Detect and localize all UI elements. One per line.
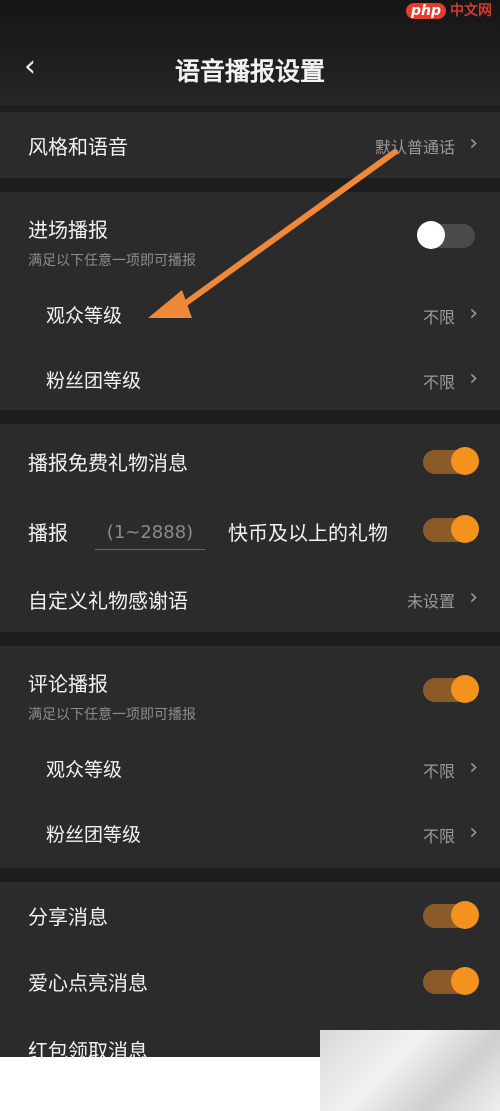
share-message-row: 分享消息 <box>0 890 500 940</box>
heart-message-toggle[interactable] <box>423 967 479 995</box>
page-title: 语音播报设置 <box>174 57 325 86</box>
comment-fan-level-row[interactable]: 粉丝团等级 不限 › <box>0 806 500 861</box>
comment-broadcast-hint: 满足以下任意一项即可播报 <box>28 707 196 723</box>
fan-level-value: 不限 <box>422 827 455 846</box>
free-gift-label: 播报免费礼物消息 <box>28 451 188 475</box>
blurred-image <box>320 1030 500 1111</box>
style-language-value: 默认普通话 <box>374 138 455 157</box>
chevron-right-icon: › <box>469 366 478 391</box>
toggle-knob <box>451 515 479 543</box>
entry-broadcast-toggle[interactable] <box>417 221 475 249</box>
watermark-logo: php <box>405 3 446 19</box>
fan-level-value: 不限 <box>422 373 455 392</box>
chevron-right-icon: › <box>469 131 478 156</box>
toggle-knob <box>451 447 479 475</box>
site-watermark: php 中文网 <box>405 0 492 22</box>
gift-thanks-value: 未设置 <box>406 592 455 611</box>
entry-section: 进场播报 满足以下任意一项即可播报 观众等级 不限 › 粉丝团等级 不限 › <box>0 192 500 410</box>
entry-audience-level-row[interactable]: 观众等级 不限 › <box>0 287 500 342</box>
comment-section: 评论播报 满足以下任意一项即可播报 观众等级 不限 › 粉丝团等级 不限 › <box>0 646 500 868</box>
toggle-knob <box>417 221 445 249</box>
audience-level-value: 不限 <box>422 308 455 327</box>
entry-fan-level-row[interactable]: 粉丝团等级 不限 › <box>0 352 500 407</box>
gift-amount-suffix: 快币及以上的礼物 <box>228 521 388 545</box>
style-language-label: 风格和语音 <box>28 135 128 159</box>
toggle-knob <box>451 901 479 929</box>
gift-amount-toggle[interactable] <box>423 515 479 543</box>
audience-level-label: 观众等级 <box>46 759 123 781</box>
free-gift-toggle[interactable] <box>423 447 479 475</box>
free-gift-row: 播报免费礼物消息 <box>0 436 500 486</box>
gift-amount-input[interactable] <box>95 515 205 550</box>
fan-level-label: 粉丝团等级 <box>46 370 142 392</box>
comment-broadcast-toggle[interactable] <box>423 675 479 703</box>
chevron-right-icon: › <box>469 820 478 845</box>
heart-message-row: 爱心点亮消息 <box>0 956 500 1006</box>
comment-broadcast-label: 评论播报 <box>28 672 108 696</box>
entry-broadcast-label: 进场播报 <box>28 218 108 242</box>
chevron-right-icon: › <box>469 585 478 610</box>
gift-thanks-label: 自定义礼物感谢语 <box>28 589 188 613</box>
audience-level-label: 观众等级 <box>46 305 123 327</box>
share-message-toggle[interactable] <box>423 901 479 929</box>
chevron-right-icon: › <box>469 755 478 780</box>
heart-message-label: 爱心点亮消息 <box>28 971 148 995</box>
audience-level-value: 不限 <box>422 762 455 781</box>
gift-amount-prefix: 播报 <box>28 521 68 545</box>
toggle-knob <box>451 675 479 703</box>
style-language-row[interactable]: 风格和语音 默认普通话 › <box>0 112 500 178</box>
fan-level-label: 粉丝团等级 <box>46 824 142 846</box>
style-section: 风格和语音 默认普通话 › <box>0 112 500 178</box>
comment-audience-level-row[interactable]: 观众等级 不限 › <box>0 741 500 796</box>
chevron-right-icon: › <box>469 301 478 326</box>
watermark-text: 中文网 <box>450 3 492 19</box>
share-message-label: 分享消息 <box>28 905 108 929</box>
toggle-knob <box>451 967 479 995</box>
gift-thanks-row[interactable]: 自定义礼物感谢语 未设置 › <box>0 574 500 624</box>
entry-broadcast-hint: 满足以下任意一项即可播报 <box>28 253 196 269</box>
